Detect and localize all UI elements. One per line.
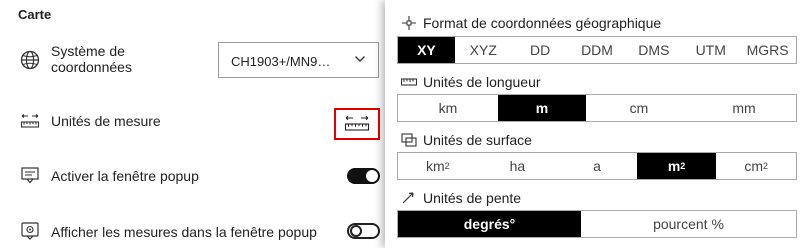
area-option-cm2[interactable]: cm 2 (716, 153, 796, 179)
slope-units-selector: degrés° pourcent % (397, 210, 797, 238)
length-option-km[interactable]: km (398, 95, 498, 121)
map-settings-panel: Carte Système de coordonnées CH1903+/MN9… (0, 0, 390, 248)
popup-window-icon (21, 167, 39, 184)
area-option-m2[interactable]: m2 (636, 153, 717, 179)
area-icon (401, 133, 417, 147)
measurement-units-row: Unités de mesure (0, 108, 390, 140)
length-option-mm[interactable]: mm (692, 95, 796, 121)
coordinate-system-row: Système de coordonnées CH1903+/MN9… (0, 40, 390, 82)
coordinate-system-select[interactable]: CH1903+/MN9… (218, 42, 379, 78)
area-option-a[interactable]: a (557, 153, 637, 179)
toggle-knob (350, 225, 362, 237)
coord-option-dd[interactable]: DD (512, 37, 569, 63)
gear-popup-icon (21, 222, 39, 240)
slope-units-title-text: Unités de pente (423, 190, 522, 206)
coordinate-format-title-text: Format de coordonnées géographique (423, 15, 662, 31)
measures-in-popup-label: Afficher les mesures dans la fenêtre pop… (51, 224, 317, 240)
chevron-down-icon (355, 56, 365, 62)
area-option-label: m (667, 158, 681, 174)
area-option-exponent: 2 (763, 161, 769, 171)
area-option-label: cm (744, 158, 763, 174)
coordinate-system-label: Système de coordonnées (51, 43, 132, 75)
area-units-title: Unités de surface (401, 132, 532, 148)
coord-option-xy[interactable]: XY (398, 37, 455, 63)
coord-option-mgrs[interactable]: MGRS (739, 37, 796, 63)
length-option-m[interactable]: m (498, 95, 586, 121)
section-title: Carte (18, 7, 52, 22)
length-units-title: Unités de longueur (401, 74, 541, 90)
slope-icon (402, 192, 414, 204)
enable-popup-row: Activer la fenêtre popup (0, 163, 390, 189)
slope-option-degrees[interactable]: degrés° (398, 211, 581, 237)
area-option-ha[interactable]: ha (478, 153, 558, 179)
enable-popup-label: Activer la fenêtre popup (51, 168, 199, 184)
globe-icon (20, 50, 40, 70)
area-option-exponent: 2 (680, 161, 686, 171)
coordinate-system-value: CH1903+/MN9… (231, 54, 331, 69)
coord-option-utm[interactable]: UTM (682, 37, 739, 63)
measures-in-popup-toggle[interactable] (347, 223, 380, 239)
area-option-km2[interactable]: km 2 (398, 153, 478, 179)
length-option-cm[interactable]: cm (586, 95, 692, 121)
coord-option-dms[interactable]: DMS (625, 37, 682, 63)
ruler-arrows-icon (344, 115, 370, 131)
coordinate-format-selector: XY XYZ DD DDM DMS UTM MGRS (397, 36, 797, 64)
length-units-title-text: Unités de longueur (423, 74, 541, 90)
slope-option-percent[interactable]: pourcent % (581, 211, 796, 237)
toggle-knob (366, 170, 378, 182)
crosshair-icon (402, 16, 416, 30)
measurement-units-button[interactable] (334, 108, 380, 140)
slope-units-title: Unités de pente (401, 190, 521, 206)
units-popover: Format de coordonnées géographique XY XY… (385, 0, 803, 248)
area-units-title-text: Unités de surface (423, 132, 532, 148)
coordinate-format-title: Format de coordonnées géographique (401, 15, 661, 31)
length-units-selector: km m cm mm (397, 94, 797, 122)
measures-in-popup-row: Afficher les mesures dans la fenêtre pop… (0, 219, 390, 245)
enable-popup-toggle[interactable] (347, 168, 380, 184)
area-option-exponent: 2 (444, 161, 450, 171)
ruler-arrows-icon (20, 114, 40, 128)
area-option-label: km (425, 158, 445, 174)
area-units-selector: km 2 ha a m2 cm 2 (397, 152, 797, 180)
measurement-units-label: Unités de mesure (51, 113, 161, 129)
coord-option-ddm[interactable]: DDM (569, 37, 626, 63)
ruler-icon (401, 78, 417, 86)
coord-option-xyz[interactable]: XYZ (455, 37, 512, 63)
